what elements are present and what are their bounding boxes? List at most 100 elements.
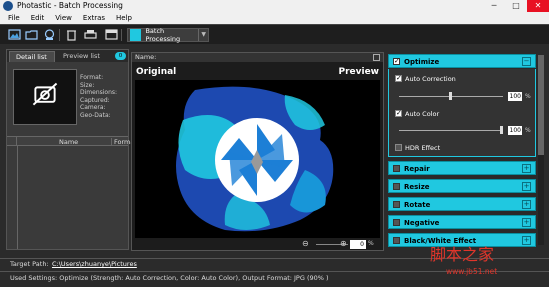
original-label: Original <box>136 67 177 77</box>
menu-edit[interactable]: Edit <box>31 14 45 22</box>
expand-icon[interactable]: + <box>522 236 531 245</box>
batch-processing-button[interactable]: Batch Processing ▼ <box>127 27 209 43</box>
file-list-panel: Detail list Preview list 0 Format: Size:… <box>6 49 137 250</box>
section-rotate-label: Rotate <box>404 201 431 209</box>
watermark-logo: 脚本之家 <box>430 245 495 264</box>
fullscreen-icon[interactable] <box>105 28 118 41</box>
batch-processing-label: Batch Processing <box>145 27 181 43</box>
file-list[interactable] <box>17 146 128 249</box>
auto-correction-checkbox[interactable] <box>395 74 402 82</box>
meta-camera-label: Camera: <box>80 104 106 111</box>
auto-color-value[interactable]: 100 <box>508 126 522 135</box>
meta-captured-label: Captured: <box>80 96 110 104</box>
hdr-effect-checkbox[interactable] <box>395 144 402 151</box>
section-resize-label: Resize <box>404 183 430 191</box>
name-bar: Name: <box>132 53 383 62</box>
preview-canvas[interactable] <box>135 80 380 238</box>
menu-extras[interactable]: Extras <box>83 14 105 22</box>
section-optimize[interactable]: Optimize − <box>388 54 536 68</box>
meta-format-label: Format: <box>80 74 104 81</box>
auto-correction-unit: % <box>525 93 531 100</box>
expand-icon[interactable]: + <box>522 182 531 191</box>
delete-icon[interactable] <box>65 28 78 41</box>
target-path-label: Target Path: <box>10 260 49 268</box>
hdr-effect-label: HDR Effect <box>405 144 441 152</box>
column-checkbox[interactable] <box>7 137 17 146</box>
window-controls: ─ □ ✕ <box>483 0 549 12</box>
meta-size-label: Size: <box>80 81 95 89</box>
section-resize[interactable]: Resize + <box>388 179 536 193</box>
watermark-url: www.jb51.net <box>446 267 498 276</box>
resize-checkbox[interactable] <box>393 183 400 190</box>
menu-help[interactable]: Help <box>116 14 132 22</box>
open-image-icon[interactable] <box>8 28 21 41</box>
auto-color-slider[interactable] <box>399 126 503 134</box>
auto-correction-value[interactable]: 100 <box>508 92 522 101</box>
auto-color-unit: % <box>525 127 531 134</box>
name-label: Name: <box>135 53 157 61</box>
chevron-down-icon[interactable]: ▼ <box>198 29 208 41</box>
app-logo-icon <box>3 1 13 11</box>
maximize-button[interactable]: □ <box>505 0 527 12</box>
column-name[interactable]: Name <box>59 138 78 146</box>
file-count-badge: 0 <box>115 52 126 60</box>
section-optimize-label: Optimize <box>404 58 440 66</box>
black-white-checkbox[interactable] <box>393 237 400 244</box>
expand-icon[interactable]: + <box>522 164 531 173</box>
negative-checkbox[interactable] <box>393 219 400 226</box>
menu-view[interactable]: View <box>55 14 72 22</box>
window-title: Photastic - Batch Processing <box>17 1 123 10</box>
batch-icon <box>130 29 142 41</box>
preview-area: Name: Original Preview ⊖ ⊕ 0 % <box>131 52 384 251</box>
app-logo-artwork <box>176 86 334 232</box>
scrollbar-thumb[interactable] <box>538 55 544 155</box>
slider-handle[interactable] <box>500 126 503 134</box>
minimize-button[interactable]: ─ <box>483 0 505 12</box>
tab-detail-list[interactable]: Detail list <box>9 51 55 62</box>
section-repair[interactable]: Repair + <box>388 161 536 175</box>
close-button[interactable]: ✕ <box>527 0 549 12</box>
toolbar-separator <box>59 29 60 41</box>
print-icon[interactable] <box>84 28 97 41</box>
menu-file[interactable]: File <box>8 14 20 22</box>
settings-scrollbar[interactable] <box>538 55 544 245</box>
preview-label: Preview <box>338 67 379 77</box>
auto-color-checkbox[interactable] <box>395 109 402 117</box>
auto-correction-slider[interactable] <box>399 92 503 100</box>
expand-icon[interactable]: + <box>522 200 531 209</box>
menu-bar: File Edit View Extras Help <box>0 12 549 24</box>
toolbar-separator <box>121 29 122 41</box>
section-rotate[interactable]: Rotate + <box>388 197 536 211</box>
optimize-checkbox[interactable] <box>393 57 400 65</box>
auto-color-label: Auto Color <box>405 110 440 118</box>
settings-panel: Optimize − Auto Correction 100 % Auto Co… <box>388 54 536 248</box>
rotate-checkbox[interactable] <box>393 201 400 208</box>
title-bar: Photastic - Batch Processing ─ □ ✕ <box>0 0 549 12</box>
auto-correction-label: Auto Correction <box>405 75 456 83</box>
toolbar: Batch Processing ▼ <box>0 24 549 44</box>
zoom-out-icon[interactable]: ⊖ <box>302 239 309 248</box>
optimize-options: Auto Correction 100 % Auto Color 100 % H… <box>388 69 536 157</box>
zoom-unit: % <box>368 240 374 247</box>
meta-geodata-label: Geo-Data: <box>80 111 111 119</box>
slider-handle[interactable] <box>449 92 452 100</box>
zoom-value-field[interactable]: 0 <box>350 240 366 249</box>
no-image-icon <box>32 82 58 106</box>
collapse-icon[interactable]: − <box>522 57 531 66</box>
used-settings-text: Used Settings: Optimize (Strength: Auto … <box>10 274 329 282</box>
meta-dimensions-label: Dimensions: <box>80 89 118 96</box>
zoom-control: ⊖ ⊕ 0 % <box>292 239 382 250</box>
expand-icon[interactable]: + <box>522 218 531 227</box>
list-tabs: Detail list Preview list 0 <box>7 50 128 62</box>
tab-preview-list[interactable]: Preview list <box>57 51 115 62</box>
repair-checkbox[interactable] <box>393 165 400 172</box>
zoom-in-icon[interactable]: ⊕ <box>340 239 347 248</box>
section-negative[interactable]: Negative + <box>388 215 536 229</box>
image-metadata: Format: Size: Dimensions: Captured: Came… <box>80 74 117 119</box>
expand-icon[interactable] <box>373 54 380 61</box>
scanner-icon[interactable] <box>43 28 56 41</box>
open-folder-icon[interactable] <box>25 28 38 41</box>
target-path-link[interactable]: C:\Users\zhuanye\Pictures <box>52 260 137 268</box>
file-list-header: Name Format <box>7 136 137 146</box>
section-negative-label: Negative <box>404 219 440 227</box>
